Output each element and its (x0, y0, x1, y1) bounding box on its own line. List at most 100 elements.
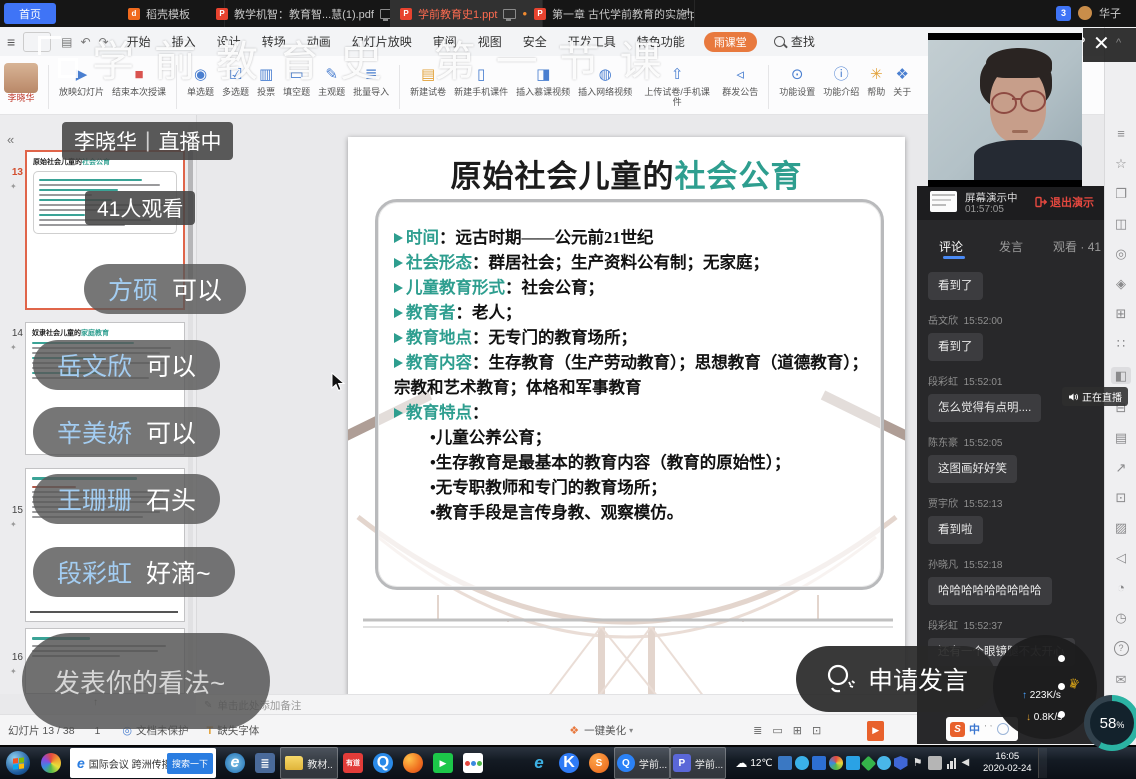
taskbar-search-box[interactable]: e 国际会议 跨洲传播 搜索一下 (70, 748, 216, 778)
tray-icon[interactable] (877, 756, 891, 770)
flag-tray-icon[interactable]: ⚑ (911, 756, 925, 770)
volume-tray-icon[interactable]: ◀ (962, 756, 976, 770)
youdao-icon[interactable]: 有道 (338, 748, 368, 778)
viewer-count-badge: 41人观看 (85, 191, 195, 225)
chat-author: 陈东豪 15:52:05 (928, 434, 1093, 449)
ime-moon-icon (997, 723, 1009, 735)
new-tab-button[interactable]: + (684, 4, 693, 21)
ime-mode[interactable]: 中 (969, 721, 980, 737)
more-options-button[interactable] (1058, 655, 1065, 718)
tab-ppt-active[interactable]: P 学前教育史1.ppt • (390, 0, 543, 27)
strip-target-icon[interactable]: ◎ (1115, 247, 1126, 260)
overlay-close-button[interactable]: ✕ (1093, 31, 1110, 56)
tab-comments[interactable]: 评论 (939, 238, 963, 255)
tray-icon[interactable] (829, 756, 843, 770)
strip-shapes-icon[interactable]: ◫ (1115, 217, 1127, 230)
notes-app-icon[interactable]: ≣ (250, 748, 280, 778)
thumb-number-15: 15 (7, 505, 23, 516)
message-badge[interactable]: 3 (1056, 6, 1071, 21)
tab-speak[interactable]: 发言 (999, 238, 1023, 255)
notes-view-icon[interactable]: ≣ (753, 724, 762, 737)
tray-icon[interactable] (846, 756, 860, 770)
strip-share-icon[interactable]: ↗ (1116, 461, 1127, 474)
k-app-icon[interactable]: K (554, 748, 584, 778)
reading-view-icon[interactable]: ⊡ (812, 724, 821, 737)
tray-icon[interactable] (812, 756, 826, 770)
feature-line: •生存教育是最基本的教育内容（教育的原始性）； (394, 450, 872, 475)
strip-table-icon[interactable]: ⊞ (1116, 307, 1127, 320)
strip-layers-icon[interactable]: ❐ (1115, 187, 1127, 200)
help-button[interactable]: ✳ 帮助 (863, 59, 889, 111)
bullet-line: 教育者：老人； (394, 300, 872, 325)
speaker-icon (1068, 392, 1078, 402)
start-button[interactable] (0, 748, 36, 778)
broadcast-notice-button[interactable]: ◃ 群发公告 (718, 59, 762, 111)
save-icon[interactable]: ▤ (61, 35, 72, 49)
strip-history-icon[interactable]: ◷ (1115, 611, 1126, 624)
classroom-window-button[interactable]: Q 学前... (614, 747, 670, 779)
teacher-avatar-button[interactable]: 李晓华 (0, 59, 42, 111)
normal-view-icon[interactable]: ▭ (772, 724, 782, 737)
pinwheel-app-icon[interactable] (36, 748, 66, 778)
tray-icon[interactable] (860, 755, 876, 771)
exit-presentation-button[interactable]: 退出演示 (1035, 194, 1094, 210)
apply-speak-button[interactable]: 申请发言 (796, 646, 996, 712)
strip-screen-icon[interactable]: ⊡ (1116, 491, 1127, 504)
wps-window-button[interactable]: P 学前... (670, 747, 726, 779)
ie-globe-icon[interactable]: e (220, 748, 250, 778)
play-from-current-button[interactable]: ▶ (867, 721, 884, 741)
hamburger-icon[interactable]: ≡ (7, 34, 15, 50)
show-desktop-button[interactable] (1038, 748, 1047, 778)
strip-chart-icon[interactable]: ◧ (1111, 367, 1131, 384)
network-tray-icon[interactable] (945, 756, 959, 770)
iqiyi-icon[interactable]: ▶ (428, 748, 458, 778)
user-name[interactable]: 华子 (1099, 5, 1121, 21)
tab-pdf-1[interactable]: P 教学机智：教育智...慧(1).pdf (206, 0, 409, 27)
yuketang-tab[interactable]: 雨课堂 (704, 32, 757, 52)
animation-star-icon: ✦ (10, 667, 17, 676)
strip-grid-icon[interactable]: ∷ (1117, 337, 1125, 350)
collapse-panel-button[interactable]: « (7, 132, 14, 147)
slide-canvas[interactable]: 原始社会儿童的社会公育 时间：远古时期——公元前21世纪 社会形态：群居社会；生… (348, 137, 905, 697)
taskbar-clock[interactable]: 16:05 2020-02-24 (983, 751, 1032, 775)
feature-intro-button[interactable]: ⓘ 功能介绍 (819, 59, 863, 111)
strip-menu-icon[interactable]: ≡ (1117, 127, 1125, 140)
firefox-icon[interactable] (398, 748, 428, 778)
security-suite-icon[interactable] (458, 748, 488, 778)
chevron-down-icon[interactable]: ▾ (629, 726, 633, 735)
chat-input-overlay[interactable]: 发表你的看法~ (22, 633, 270, 729)
tray-icon[interactable] (795, 756, 809, 770)
fox-app-icon[interactable]: S (584, 748, 614, 778)
weather-tray[interactable]: ☁ 12℃ (732, 748, 776, 778)
strip-award-icon[interactable]: ◈ (1116, 277, 1126, 290)
ie-icon-2[interactable]: e (524, 748, 554, 778)
tab-viewers[interactable]: 观看 · 41 (1053, 238, 1101, 255)
recording-watermark: 学前教育史 第一节课 (92, 28, 682, 89)
strip-speaker-icon[interactable]: ◁ (1116, 551, 1126, 564)
folder-window-button[interactable]: 教材.. (280, 747, 338, 779)
strip-image-icon[interactable]: ▨ (1115, 521, 1127, 534)
tray-icon[interactable] (778, 756, 792, 770)
user-avatar[interactable] (1078, 6, 1092, 20)
sorter-view-icon[interactable]: ⊞ (793, 724, 802, 737)
feature-line: •无专职教师和专门的教育场所； (394, 475, 872, 500)
shield-tray-icon[interactable] (894, 756, 908, 770)
strip-timer-icon[interactable]: ◔ (1117, 581, 1125, 594)
strip-star-icon[interactable]: ☆ (1115, 157, 1127, 170)
strip-mail-icon[interactable]: ✉ (1116, 673, 1127, 686)
menu-find[interactable]: 查找 (789, 33, 817, 50)
tray-icon[interactable] (928, 756, 942, 770)
strip-collapse-button[interactable]: ^ (1116, 37, 1121, 49)
chat-author: 岳文欣 15:52:00 (928, 312, 1093, 327)
settings-button[interactable]: ⊙ 功能设置 (775, 59, 819, 111)
search-go-button[interactable]: 搜索一下 (167, 753, 213, 774)
about-button[interactable]: ❖ 关于 (889, 59, 915, 111)
be beautify-button[interactable]: 一键美化 (584, 723, 626, 738)
home-tab[interactable]: 首页 (4, 3, 56, 24)
strip-help-icon[interactable]: ? (1114, 641, 1129, 656)
strip-doc-icon[interactable]: ▤ (1115, 431, 1127, 444)
qq-browser-icon[interactable]: Q (368, 748, 398, 778)
undo-icon[interactable]: ↶ (81, 35, 91, 49)
tab-pdf-2[interactable]: P 第一章 古代学前教育的实施.pdf (524, 0, 695, 27)
danmaku-message: 岳文欣可以 (33, 340, 220, 390)
